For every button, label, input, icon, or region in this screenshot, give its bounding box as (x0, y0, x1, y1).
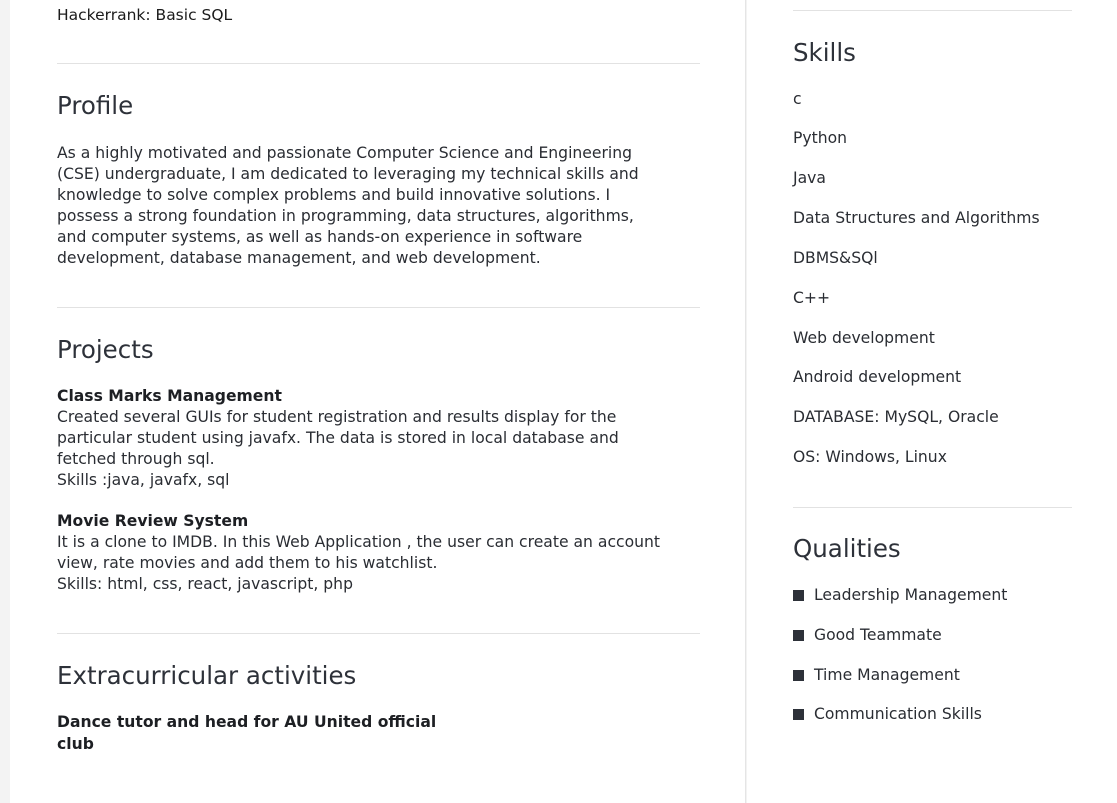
profile-line: (CSE) undergraduate, I am dedicated to l… (57, 165, 639, 183)
quality-label: Good Teammate (814, 626, 942, 644)
project-line: fetched through sql. (57, 450, 215, 468)
profile-line: knowledge to solve complex problems and … (57, 186, 611, 204)
skill-item: c (793, 90, 802, 108)
skill-item: Python (793, 129, 848, 147)
section-divider (57, 307, 700, 308)
quality-item: Communication Skills (793, 705, 982, 723)
projects-heading: Projects (57, 335, 154, 364)
qualities-heading: Qualities (793, 534, 901, 563)
sidebar-column: Skills c Python Java Data Structures and… (747, 0, 1117, 803)
project-line: It is a clone to IMDB. In this Web Appli… (57, 533, 661, 551)
skill-item: Java (793, 169, 826, 187)
skill-item: Android development (793, 368, 962, 386)
extracurricular-line: club (57, 735, 94, 753)
section-divider (57, 63, 700, 64)
extracurricular-line: Dance tutor and head for AU United offic… (57, 713, 437, 731)
square-bullet-icon (793, 708, 804, 720)
profile-text: As a highly motivated and passionate Com… (57, 143, 707, 269)
extracurricular-item: Dance tutor and head for AU United offic… (57, 711, 457, 755)
section-divider (793, 507, 1072, 508)
quality-label: Time Management (814, 666, 960, 684)
project-skills: Skills :java, javafx, sql (57, 471, 230, 489)
quality-label: Leadership Management (814, 586, 1008, 604)
profile-line: possess a strong foundation in programmi… (57, 207, 634, 225)
profile-line: As a highly motivated and passionate Com… (57, 144, 633, 162)
square-bullet-icon (793, 669, 804, 681)
profile-line: development, database management, and we… (57, 249, 541, 267)
square-bullet-icon (793, 629, 804, 641)
project-title: Movie Review System (57, 512, 249, 530)
extracurricular-heading: Extracurricular activities (57, 661, 357, 690)
skill-item: OS: Windows, Linux (793, 448, 947, 466)
skills-heading: Skills (793, 38, 856, 67)
square-bullet-icon (793, 589, 804, 601)
skill-item: C++ (793, 289, 831, 307)
quality-label: Communication Skills (814, 705, 982, 723)
skill-item: DBMS&SQl (793, 249, 878, 267)
skill-item: Web development (793, 329, 935, 347)
resume-page: Hackerrank: Basic SQL Profile As a highl… (0, 0, 1117, 803)
project-item: Movie Review System It is a clone to IMD… (57, 510, 707, 595)
quality-item: Time Management (793, 666, 960, 684)
project-line: particular student using javafx. The dat… (57, 429, 619, 447)
skill-item: DATABASE: MySQL, Oracle (793, 408, 999, 426)
main-column: Hackerrank: Basic SQL Profile As a highl… (10, 0, 746, 803)
project-line: view, rate movies and add them to his wa… (57, 554, 438, 572)
project-title: Class Marks Management (57, 387, 282, 405)
quality-item: Leadership Management (793, 586, 1007, 604)
profile-heading: Profile (57, 91, 134, 120)
certification-item: Hackerrank: Basic SQL (57, 6, 233, 24)
project-line: Created several GUIs for student registr… (57, 408, 617, 426)
profile-line: and computer systems, as well as hands-o… (57, 228, 583, 246)
skill-item: Data Structures and Algorithms (793, 209, 1040, 227)
section-divider (793, 10, 1072, 11)
quality-item: Good Teammate (793, 626, 942, 644)
section-divider (57, 633, 700, 634)
project-skills: Skills: html, css, react, javascript, ph… (57, 575, 353, 593)
project-item: Class Marks Management Created several G… (57, 385, 707, 491)
